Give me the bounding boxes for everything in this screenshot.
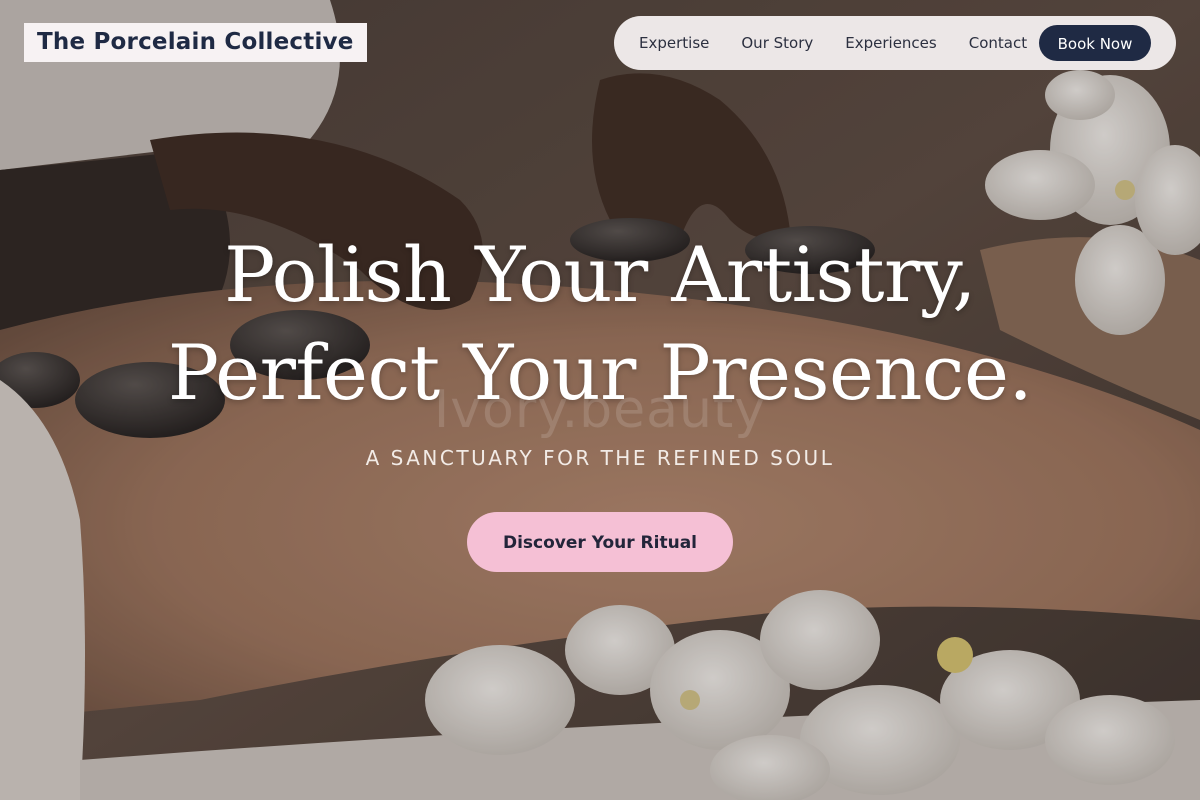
hero-subtitle: A SANCTUARY FOR THE REFINED SOUL bbox=[365, 446, 835, 470]
brand-logo[interactable]: The Porcelain Collective bbox=[24, 23, 367, 62]
hero-headline: Polish Your Artistry, Perfect Your Prese… bbox=[0, 226, 1200, 422]
nav-link-contact[interactable]: Contact bbox=[969, 34, 1027, 52]
nav-link-experiences[interactable]: Experiences bbox=[845, 34, 936, 52]
hero-section: The Porcelain Collective Expertise Our S… bbox=[0, 0, 1200, 800]
nav-link-our-story[interactable]: Our Story bbox=[741, 34, 813, 52]
book-now-button[interactable]: Book Now bbox=[1039, 25, 1151, 61]
nav-link-expertise[interactable]: Expertise bbox=[639, 34, 709, 52]
headline-line-2: Perfect Your Presence. bbox=[167, 328, 1033, 417]
headline-line-1: Polish Your Artistry, bbox=[224, 230, 976, 319]
discover-ritual-button[interactable]: Discover Your Ritual bbox=[467, 512, 733, 572]
top-navigation: Expertise Our Story Experiences Contact … bbox=[614, 16, 1176, 70]
